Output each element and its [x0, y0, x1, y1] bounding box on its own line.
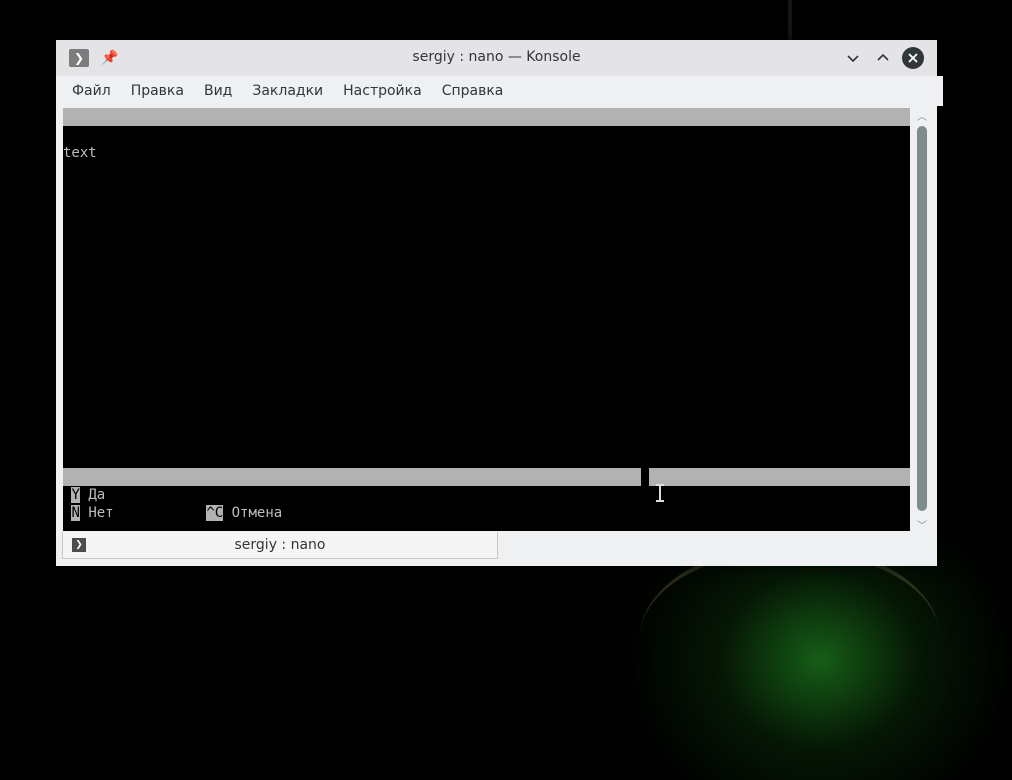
option-yes-key: Y	[71, 487, 80, 503]
nano-modified-status: Изменён	[832, 163, 892, 179]
menu-bookmarks[interactable]: Закладки	[242, 83, 333, 99]
nano-filename: Файл: файл	[396, 145, 481, 161]
option-yes-label: Да	[88, 487, 106, 503]
nano-header-bar: GNU nano 2.4.2 Файл: файл Изменён	[63, 108, 910, 179]
menubar: Файл Правка Вид Закладки Настройка Справ…	[56, 76, 943, 106]
close-icon[interactable]	[902, 47, 924, 69]
buffer-text-line: text	[63, 145, 97, 161]
nano-version: GNU nano 2.4.2	[81, 127, 200, 143]
option-cancel-label[interactable]: Отмена	[232, 505, 283, 521]
option-no-label[interactable]: Нет	[88, 505, 113, 521]
menu-settings[interactable]: Настройка	[333, 83, 432, 99]
vertical-scrollbar[interactable]: ︿ ﹀	[914, 108, 930, 532]
menu-view[interactable]: Вид	[194, 83, 242, 99]
text-cursor	[641, 468, 649, 486]
background-ring	[640, 545, 940, 731]
ibeam-cursor-icon	[656, 484, 664, 502]
option-row-2: N Нет ^C Отмена	[63, 504, 282, 522]
menu-help[interactable]: Справка	[432, 83, 514, 99]
menu-edit[interactable]: Правка	[121, 83, 194, 99]
titlebar[interactable]: ❯ 📌 sergiy : nano — Konsole	[56, 40, 937, 76]
chevron-up-icon[interactable]	[872, 47, 894, 69]
scroll-up-icon[interactable]: ︿	[914, 108, 930, 123]
option-cancel-key[interactable]: ^C	[206, 505, 224, 521]
session-tab-label: sergiy : nano	[234, 537, 326, 553]
option-no-key[interactable]: N	[71, 505, 80, 521]
save-prompt-bar: Сохранить изменённый буфер? (ИНАЧЕ ВСЕ И…	[63, 468, 910, 503]
save-prompt-text: Сохранить изменённый буфер? (ИНАЧЕ ВСЕ И…	[113, 487, 654, 503]
menu-file[interactable]: Файл	[62, 83, 121, 99]
background-line	[788, 0, 792, 40]
window-title: sergiy : nano — Konsole	[412, 49, 581, 65]
chevron-down-icon[interactable]	[842, 47, 864, 69]
scroll-down-icon[interactable]: ﹀	[914, 517, 930, 532]
scrollbar-thumb[interactable]	[917, 126, 927, 511]
terminal-area[interactable]: GNU nano 2.4.2 Файл: файл Изменён text С…	[63, 108, 910, 531]
konsole-window: ❯ 📌 sergiy : nano — Konsole Файл Правка …	[56, 40, 943, 566]
session-tab[interactable]: ❯ sergiy : nano	[62, 532, 498, 559]
option-yes[interactable]: Y Да	[63, 486, 105, 504]
